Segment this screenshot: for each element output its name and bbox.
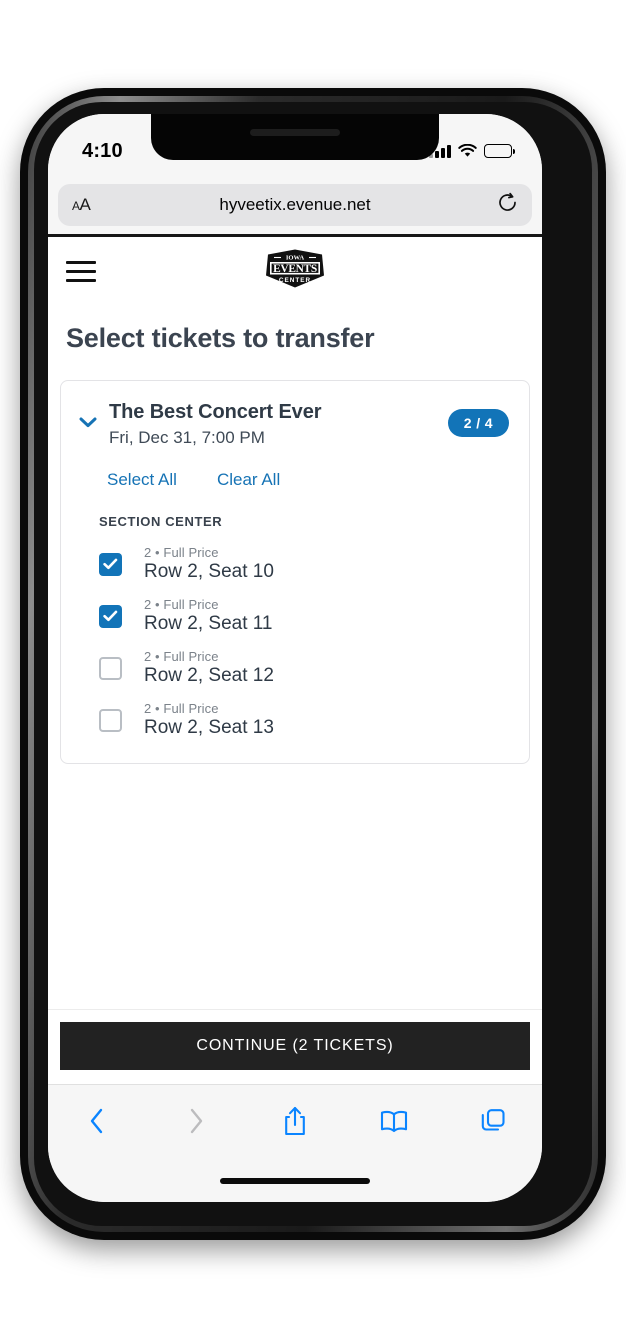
ticket-row[interactable]: 2 • Full Price Row 2, Seat 10 <box>79 529 509 583</box>
ticket-checkbox-unchecked[interactable] <box>99 708 122 732</box>
continue-button[interactable]: CONTINUE (2 TICKETS) <box>60 1022 530 1070</box>
ticket-seat: Row 2, Seat 11 <box>144 613 273 634</box>
hamburger-menu-icon[interactable] <box>66 260 96 282</box>
ticket-checkbox-unchecked[interactable] <box>99 656 122 680</box>
svg-text:CENTER: CENTER <box>279 277 311 284</box>
ticket-meta: 2 • Full Price <box>144 545 219 560</box>
ticket-seat: Row 2, Seat 13 <box>144 717 274 738</box>
ticket-meta: 2 • Full Price <box>144 649 219 664</box>
select-all-link[interactable]: Select All <box>107 470 177 490</box>
card-actions: Select All Clear All <box>79 470 509 490</box>
web-page: IOWA EVENTS CENTER Select tickets to tra… <box>48 237 542 1084</box>
event-datetime: Fri, Dec 31, 7:00 PM <box>109 428 265 447</box>
svg-text:IOWA: IOWA <box>286 255 305 262</box>
selected-count-badge: 2 / 4 <box>447 409 509 437</box>
ticket-text: 2 • Full Price Row 2, Seat 11 <box>144 597 273 635</box>
ticket-row[interactable]: 2 • Full Price Row 2, Seat 13 <box>79 687 509 739</box>
svg-text:EVENTS: EVENTS <box>273 263 317 275</box>
phone-screen: 4:10 AA hyveetix.evenue.net IOWA EVENTS … <box>48 114 542 1202</box>
wifi-icon <box>458 144 477 158</box>
tabs-button[interactable] <box>466 1099 520 1143</box>
url-text: hyveetix.evenue.net <box>219 195 371 214</box>
ticket-row[interactable]: 2 • Full Price Row 2, Seat 12 <box>79 635 509 687</box>
section-label: SECTION CENTER <box>99 514 223 529</box>
share-button[interactable] <box>268 1099 322 1143</box>
cta-area: CONTINUE (2 TICKETS) <box>48 1009 542 1084</box>
chevron-down-icon[interactable] <box>79 401 107 433</box>
back-button[interactable] <box>70 1099 124 1143</box>
forward-button[interactable] <box>169 1099 223 1143</box>
ticket-text: 2 • Full Price Row 2, Seat 10 <box>144 545 274 583</box>
phone-frame: 4:10 AA hyveetix.evenue.net IOWA EVENTS … <box>20 88 606 1240</box>
ticket-seat: Row 2, Seat 12 <box>144 665 274 686</box>
ticket-text: 2 • Full Price Row 2, Seat 12 <box>144 649 274 687</box>
browser-url-bar-container: AA hyveetix.evenue.net <box>48 176 542 234</box>
ticket-checkbox-checked[interactable] <box>99 604 122 628</box>
clear-all-link[interactable]: Clear All <box>217 470 280 490</box>
bookmarks-button[interactable] <box>367 1099 421 1143</box>
browser-url-bar[interactable]: AA hyveetix.evenue.net <box>58 184 532 226</box>
device-notch <box>151 114 439 160</box>
event-card-header: The Best Concert Ever Fri, Dec 31, 7:00 … <box>79 401 509 448</box>
page-title: Select tickets to transfer <box>66 323 375 353</box>
ticket-checkbox-checked[interactable] <box>99 552 122 576</box>
browser-divider <box>48 234 542 237</box>
site-header: IOWA EVENTS CENTER <box>48 237 542 305</box>
notch-speaker <box>250 129 340 136</box>
ticket-meta: 2 • Full Price <box>144 597 219 612</box>
ticket-text: 2 • Full Price Row 2, Seat 13 <box>144 701 274 739</box>
ticket-meta: 2 • Full Price <box>144 701 219 716</box>
battery-icon <box>484 144 515 158</box>
ticket-list: 2 • Full Price Row 2, Seat 10 2 • Full Pri… <box>79 529 509 739</box>
home-indicator <box>220 1178 370 1184</box>
status-indicators <box>429 144 515 158</box>
status-time: 4:10 <box>82 139 123 162</box>
iowa-events-center-logo[interactable]: IOWA EVENTS CENTER <box>262 249 328 294</box>
ticket-seat: Row 2, Seat 10 <box>144 561 274 582</box>
event-name: The Best Concert Ever <box>109 401 322 423</box>
ticket-row[interactable]: 2 • Full Price Row 2, Seat 11 <box>79 583 509 635</box>
event-info: The Best Concert Ever Fri, Dec 31, 7:00 … <box>107 401 448 448</box>
reload-icon[interactable] <box>497 192 518 218</box>
event-card: The Best Concert Ever Fri, Dec 31, 7:00 … <box>60 380 530 764</box>
browser-toolbar <box>48 1084 542 1202</box>
